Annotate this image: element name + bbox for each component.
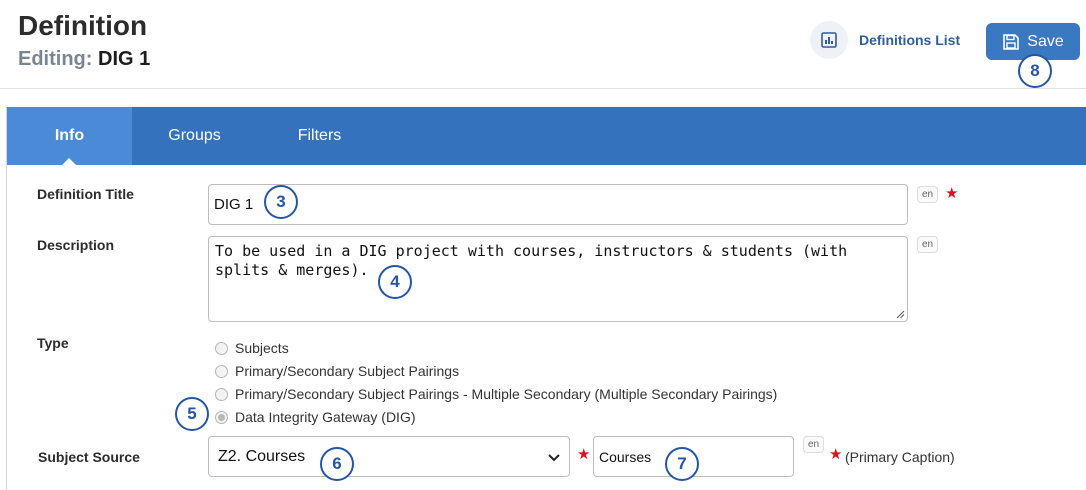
active-tab-caret xyxy=(62,158,76,165)
subject-source-label: Subject Source xyxy=(38,449,140,465)
editing-prefix: Editing: xyxy=(18,48,93,70)
header-divider xyxy=(0,88,1086,89)
editing-name: DIG 1 xyxy=(98,48,151,70)
description-textarea[interactable]: To be used in a DIG project with courses… xyxy=(208,236,908,322)
radio-button[interactable] xyxy=(215,341,228,355)
required-star-icon: ★ xyxy=(945,185,959,202)
language-tag[interactable]: en xyxy=(803,436,825,453)
tab-filters-label: Filters xyxy=(297,127,342,144)
description-label: Description xyxy=(37,237,115,253)
save-label: Save xyxy=(1027,32,1064,50)
save-disk-icon xyxy=(1003,33,1020,50)
language-tag[interactable]: en xyxy=(917,236,939,253)
type-option-multiple-secondary[interactable]: Primary/Secondary Subject Pairings - Mul… xyxy=(215,386,777,402)
type-option-pairings[interactable]: Primary/Secondary Subject Pairings xyxy=(215,363,459,379)
annotation-badge: 7 xyxy=(665,447,699,481)
tab-info-label: Info xyxy=(54,127,85,144)
type-option-label: Primary/Secondary Subject Pairings - Mul… xyxy=(235,386,778,402)
radio-button-selected[interactable] xyxy=(215,410,228,424)
type-label: Type xyxy=(37,335,69,351)
definition-title-label: Definition Title xyxy=(37,186,134,202)
definitions-list-link[interactable]: Definitions List xyxy=(810,21,960,59)
description-value: To be used in a DIG project with courses… xyxy=(215,242,848,279)
required-star-icon: ★ xyxy=(829,446,843,463)
tab-bar: Info Groups Filters xyxy=(7,107,1086,165)
chevron-down-icon xyxy=(548,454,560,462)
chart-icon[interactable] xyxy=(810,21,848,59)
page-title: Definition xyxy=(18,10,148,41)
subject-source-value: Z2. Courses xyxy=(218,447,306,465)
tab-filters[interactable]: Filters xyxy=(257,107,382,165)
annotation-badge: 3 xyxy=(264,185,298,219)
subject-source-select[interactable]: Z2. Courses xyxy=(208,436,570,477)
type-option-label: Primary/Secondary Subject Pairings xyxy=(235,363,460,379)
annotation-badge: 8 xyxy=(1018,54,1052,88)
primary-caption-note: (Primary Caption) xyxy=(845,449,955,465)
tab-groups-label: Groups xyxy=(168,127,221,144)
type-option-dig[interactable]: Data Integrity Gateway (DIG) xyxy=(215,409,416,425)
type-option-label: Data Integrity Gateway (DIG) xyxy=(235,409,416,425)
definition-title-input[interactable]: DIG 1 xyxy=(208,184,908,225)
caption-value: Courses xyxy=(599,448,652,465)
language-tag[interactable]: en xyxy=(917,186,939,203)
annotation-badge: 5 xyxy=(175,397,209,431)
type-option-label: Subjects xyxy=(235,340,289,356)
tab-groups[interactable]: Groups xyxy=(132,107,257,165)
annotation-badge: 4 xyxy=(378,265,412,299)
resize-handle-icon[interactable] xyxy=(896,310,905,319)
radio-button[interactable] xyxy=(215,364,228,378)
annotation-badge: 6 xyxy=(320,447,354,481)
definition-title-value: DIG 1 xyxy=(214,196,254,213)
radio-button[interactable] xyxy=(215,387,228,401)
required-star-icon: ★ xyxy=(577,446,591,463)
definitions-list-label[interactable]: Definitions List xyxy=(859,32,960,48)
tab-info[interactable]: Info xyxy=(7,107,132,165)
type-option-subjects[interactable]: Subjects xyxy=(215,340,289,356)
editing-subtitle: Editing: DIG 1 xyxy=(18,48,150,71)
